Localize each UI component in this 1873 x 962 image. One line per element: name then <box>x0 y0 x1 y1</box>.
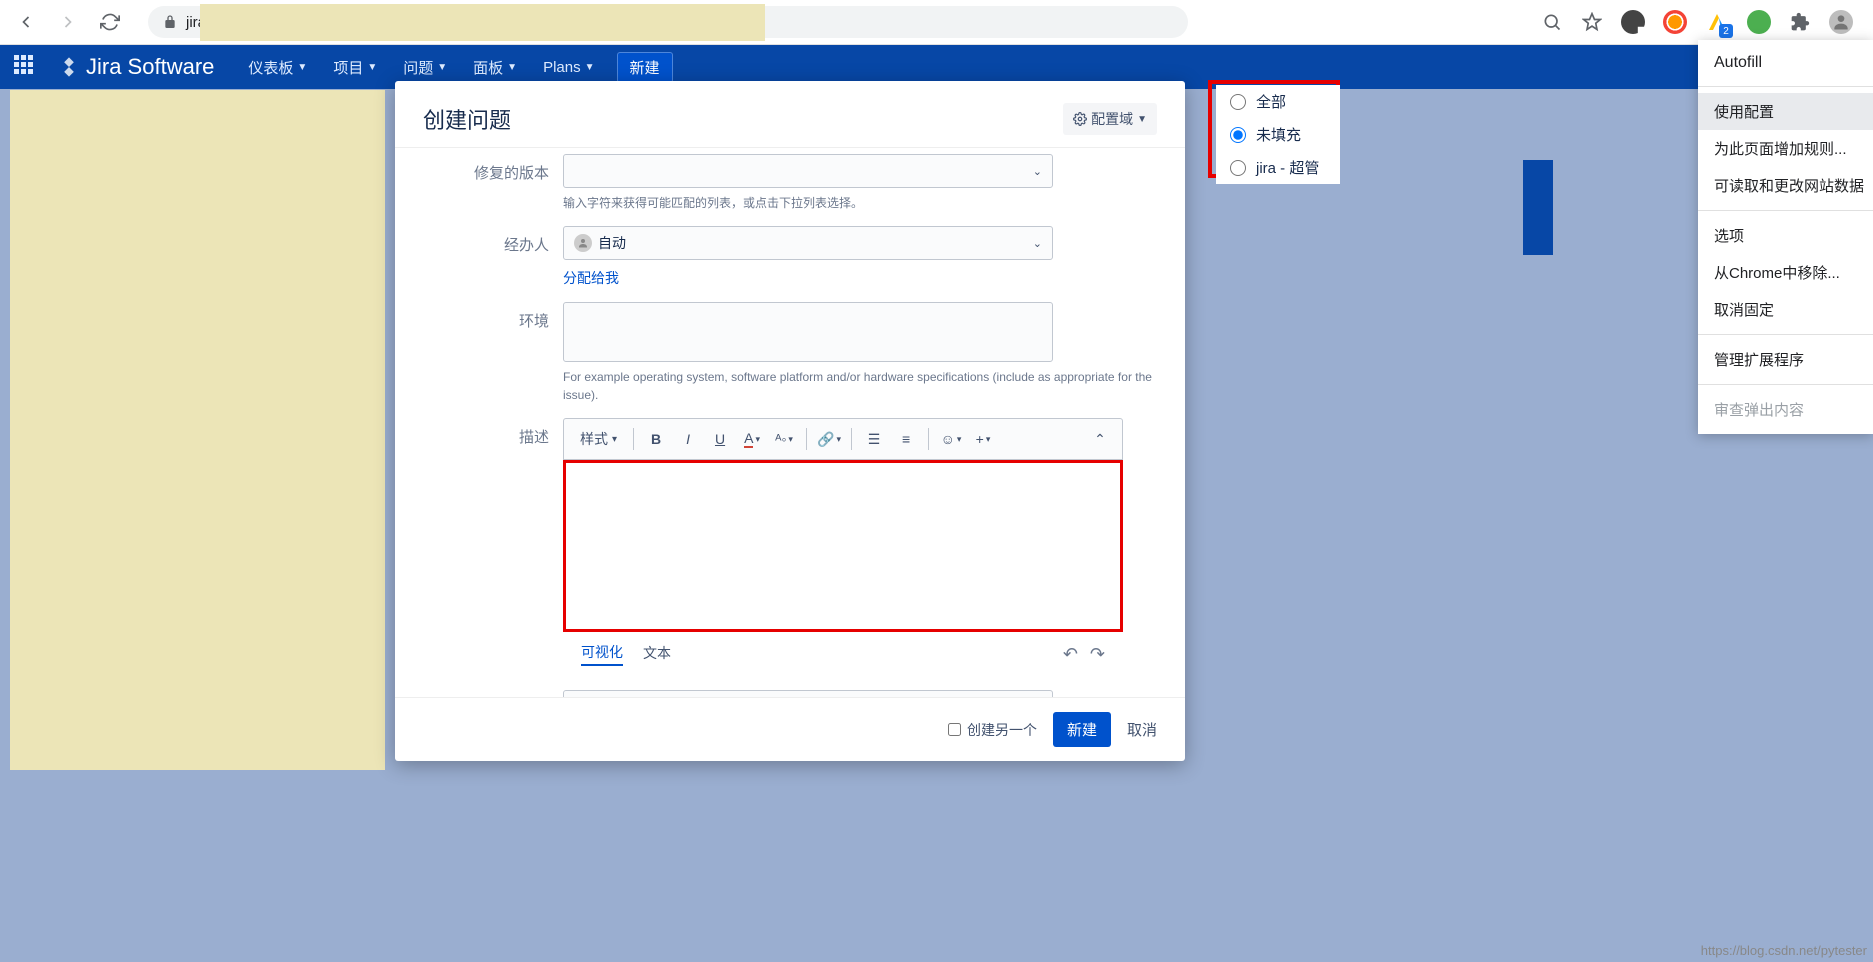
nav-projects[interactable]: 项目▼ <box>321 45 389 89</box>
chevron-down-icon: ▼ <box>367 62 377 73</box>
chevron-down-icon: ▼ <box>297 62 307 73</box>
chevron-down-icon: ▼ <box>437 62 447 73</box>
menu-manage-ext[interactable]: 管理扩展程序 <box>1698 341 1873 378</box>
gear-icon <box>1073 112 1087 126</box>
jira-logo[interactable]: Jira Software <box>58 54 214 80</box>
extension-4-icon[interactable] <box>1747 10 1771 34</box>
editor-toolbar: 样式▾ B I U A▾ ᴬ◦▾ 🔗▾ ☰ ≡ ☺▾ +▾ ⌃ <box>563 418 1123 460</box>
fix-version-label: 修复的版本 <box>423 154 563 212</box>
forward-button[interactable] <box>54 8 82 36</box>
extension-1-icon[interactable] <box>1621 10 1645 34</box>
insert-button[interactable]: +▾ <box>969 425 997 453</box>
create-issue-modal: 创建问题 配置域 ▼ 修复的版本 ⌄ 输入字符来获得可能匹配的列表，或点击下拉列… <box>395 81 1185 761</box>
menu-unpin[interactable]: 取消固定 <box>1698 291 1873 328</box>
assignee-select[interactable]: 自动 ⌄ <box>563 226 1053 260</box>
autofill-option-jira[interactable]: jira - 超管 <box>1216 151 1340 184</box>
chevron-down-icon: ⌄ <box>1033 165 1042 178</box>
autofill-popup: 全部 未填充 jira - 超管 <box>1216 85 1340 184</box>
create-another-input[interactable] <box>948 723 961 736</box>
create-button[interactable]: 新建 <box>617 52 673 83</box>
customer-select[interactable]: ⌄ <box>563 690 1053 698</box>
profile-avatar-icon[interactable] <box>1829 10 1853 34</box>
redo-button[interactable]: ↷ <box>1090 644 1105 665</box>
italic-button[interactable]: I <box>674 425 702 453</box>
menu-use-config[interactable]: 使用配置 <box>1698 93 1873 130</box>
browser-toolbar-right: 2 <box>1541 10 1861 34</box>
extension-autofill-icon[interactable]: 2 <box>1705 10 1729 34</box>
emoji-button[interactable]: ☺▾ <box>937 425 965 453</box>
environment-textarea[interactable] <box>563 302 1053 362</box>
description-label: 描述 <box>423 418 563 676</box>
modal-footer: 创建另一个 新建 取消 <box>395 698 1185 761</box>
modal-header: 创建问题 配置域 ▼ <box>395 81 1185 147</box>
customer-label: 客户 <box>423 690 563 698</box>
menu-read-write[interactable]: 可读取和更改网站数据 <box>1698 167 1873 204</box>
back-button[interactable] <box>12 8 40 36</box>
extensions-puzzle-icon[interactable] <box>1789 11 1811 33</box>
style-dropdown[interactable]: 样式▾ <box>572 429 625 449</box>
modal-title: 创建问题 <box>423 103 511 135</box>
number-list-button[interactable]: ≡ <box>892 425 920 453</box>
create-another-checkbox[interactable]: 创建另一个 <box>948 720 1037 740</box>
avatar-icon <box>574 234 592 252</box>
modal-body[interactable]: 修复的版本 ⌄ 输入字符来获得可能匹配的列表，或点击下拉列表选择。 经办人 自动… <box>395 147 1185 698</box>
chevron-down-icon: ▼ <box>1137 114 1147 125</box>
chevron-down-icon: ▼ <box>585 62 595 73</box>
chevron-down-icon: ▼ <box>507 62 517 73</box>
redacted-url-overlay <box>200 4 765 41</box>
assign-to-me-link[interactable]: 分配给我 <box>563 268 619 288</box>
menu-remove[interactable]: 从Chrome中移除... <box>1698 254 1873 291</box>
tab-visual[interactable]: 可视化 <box>581 642 623 666</box>
background-strip <box>1523 160 1553 255</box>
app-switcher-icon[interactable] <box>14 55 38 79</box>
configure-fields-button[interactable]: 配置域 ▼ <box>1063 103 1157 135</box>
extension-context-menu: Autofill 使用配置 为此页面增加规则... 可读取和更改网站数据 选项 … <box>1698 40 1873 434</box>
fix-version-select[interactable]: ⌄ <box>563 154 1053 188</box>
expand-button[interactable]: ⌃ <box>1086 425 1114 453</box>
submit-button[interactable]: 新建 <box>1053 712 1111 747</box>
menu-inspect[interactable]: 审查弹出内容 <box>1698 391 1873 428</box>
bold-button[interactable]: B <box>642 425 670 453</box>
autofill-option-all[interactable]: 全部 <box>1216 85 1340 118</box>
lock-icon <box>162 14 178 30</box>
extension-2-icon[interactable] <box>1663 10 1687 34</box>
environment-label: 环境 <box>423 302 563 404</box>
fix-version-help: 输入字符来获得可能匹配的列表，或点击下拉列表选择。 <box>563 194 1157 212</box>
watermark: https://blog.csdn.net/pytester <box>1701 943 1867 958</box>
bullet-list-button[interactable]: ☰ <box>860 425 888 453</box>
zoom-icon[interactable] <box>1541 11 1563 33</box>
undo-button[interactable]: ↶ <box>1063 644 1078 665</box>
link-button[interactable]: 🔗▾ <box>815 425 843 453</box>
environment-help: For example operating system, software p… <box>563 368 1157 404</box>
nav-dashboards[interactable]: 仪表板▼ <box>236 45 319 89</box>
extension-badge: 2 <box>1719 24 1733 38</box>
tab-text[interactable]: 文本 <box>643 643 671 665</box>
context-menu-title: Autofill <box>1698 46 1873 80</box>
redacted-sidebar-overlay <box>10 90 385 770</box>
description-editor[interactable] <box>563 460 1123 632</box>
star-icon[interactable] <box>1581 11 1603 33</box>
menu-add-rule[interactable]: 为此页面增加规则... <box>1698 130 1873 167</box>
chevron-down-icon: ⌄ <box>1033 237 1042 250</box>
autofill-option-unfilled[interactable]: 未填充 <box>1216 118 1340 151</box>
assignee-label: 经办人 <box>423 226 563 288</box>
more-format-button[interactable]: ᴬ◦▾ <box>770 425 798 453</box>
editor-tabs: 可视化 文本 ↶ ↷ <box>563 632 1123 676</box>
menu-options[interactable]: 选项 <box>1698 217 1873 254</box>
text-color-button[interactable]: A▾ <box>738 425 766 453</box>
cancel-button[interactable]: 取消 <box>1127 719 1157 740</box>
reload-button[interactable] <box>96 8 124 36</box>
underline-button[interactable]: U <box>706 425 734 453</box>
